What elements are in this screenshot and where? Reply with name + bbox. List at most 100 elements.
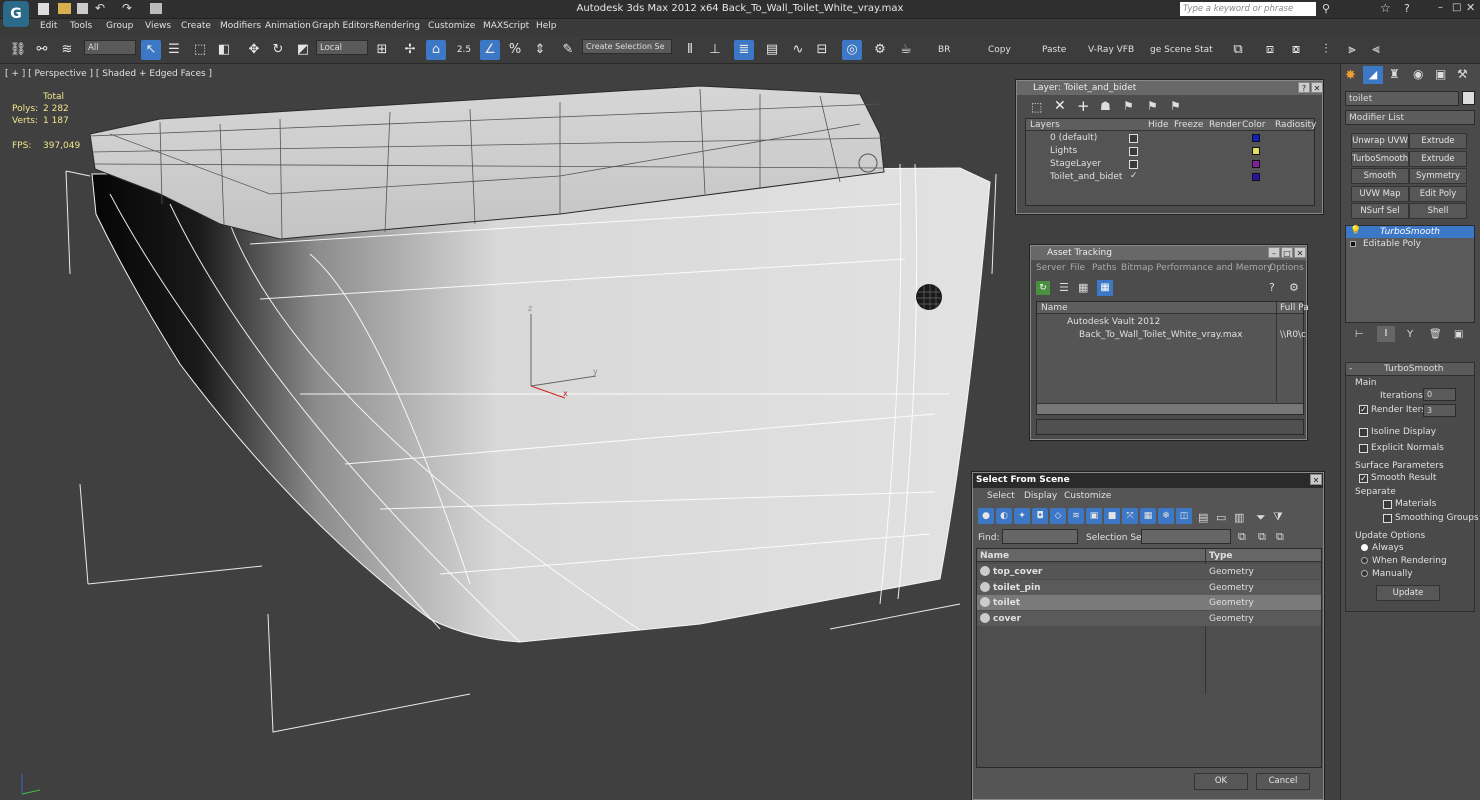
- scene-col-type[interactable]: Type: [1209, 551, 1232, 561]
- set-add-icon[interactable]: ⧉: [1238, 530, 1246, 544]
- scene-menu-customize[interactable]: Customize: [1064, 491, 1111, 501]
- selection-filter-dropdown[interactable]: All: [84, 40, 136, 55]
- utilities-tab-icon[interactable]: ⚒: [1457, 67, 1468, 81]
- col-layers[interactable]: Layers: [1030, 120, 1060, 130]
- vray-vfb-button[interactable]: V-Ray VFB: [1088, 45, 1134, 55]
- select-by-name-icon[interactable]: ☰: [164, 40, 184, 60]
- scene-row-name[interactable]: toilet_pin: [993, 583, 1041, 593]
- menu-modifiers[interactable]: Modifiers: [220, 21, 261, 31]
- display-geometry-icon[interactable]: ●: [978, 508, 994, 524]
- align-icon[interactable]: ⊥: [705, 40, 725, 60]
- edit-named-selection-icon[interactable]: ✎: [558, 40, 578, 60]
- select-invert-icon[interactable]: ▥: [1234, 511, 1244, 524]
- select-none-icon[interactable]: ▭: [1216, 511, 1226, 524]
- modify-tab-icon[interactable]: ◢: [1363, 66, 1383, 84]
- iterations-spinner[interactable]: 0: [1423, 388, 1456, 401]
- col-radiosity[interactable]: Radiosity: [1275, 120, 1316, 130]
- display-groups-icon[interactable]: ▣: [1086, 508, 1102, 524]
- pin-stack-icon[interactable]: ⊢: [1355, 329, 1364, 340]
- manually-radio[interactable]: [1361, 570, 1368, 577]
- modifier-list-dropdown[interactable]: Modifier List: [1345, 110, 1475, 125]
- uvw-map-button[interactable]: UVW Map: [1351, 186, 1409, 202]
- turbosmooth-button[interactable]: TurboSmooth: [1351, 151, 1409, 167]
- asset-tracking-title[interactable]: Asset Tracking: [1031, 246, 1306, 260]
- isoline-display-checkbox[interactable]: [1359, 428, 1368, 437]
- col-render[interactable]: Render: [1209, 120, 1241, 130]
- link-icon[interactable]: ⛓: [8, 40, 28, 60]
- col-hide[interactable]: Hide: [1148, 120, 1169, 130]
- stack-item-turbosmooth[interactable]: TurboSmooth: [1380, 227, 1440, 237]
- menu-create[interactable]: Create: [181, 21, 211, 31]
- mirror-icon[interactable]: ⫴: [680, 40, 700, 60]
- asset-menu-bitmap[interactable]: Bitmap Performance and Memory: [1121, 263, 1272, 273]
- percent-snap-icon[interactable]: %: [505, 40, 525, 60]
- unlink-icon[interactable]: ⚯: [32, 40, 52, 60]
- maximize-button[interactable]: □: [1452, 2, 1461, 13]
- refresh-icon[interactable]: ↻: [1036, 281, 1050, 295]
- window-crossing-icon[interactable]: ◧: [214, 40, 234, 60]
- tool-icon-f[interactable]: ⫷: [1366, 40, 1386, 60]
- asset-col-name[interactable]: Name: [1041, 303, 1068, 313]
- scene-stat-button[interactable]: ge Scene Stat: [1150, 45, 1213, 55]
- angle-snap-icon[interactable]: ∠: [480, 40, 500, 60]
- motion-tab-icon[interactable]: ◉: [1413, 67, 1423, 81]
- layer-row-default[interactable]: 0 (default): [1050, 133, 1097, 143]
- menu-help[interactable]: Help: [536, 21, 557, 31]
- layer-row-lights[interactable]: Lights: [1050, 146, 1077, 156]
- smoothing-groups-checkbox[interactable]: [1383, 514, 1392, 523]
- menu-tools[interactable]: Tools: [70, 21, 92, 31]
- hide-all-icon[interactable]: ⚑: [1147, 99, 1158, 113]
- selection-set-dropdown[interactable]: [1141, 529, 1231, 544]
- scene-row-name[interactable]: top_cover: [993, 567, 1042, 577]
- select-all-icon[interactable]: ▤: [1198, 511, 1208, 524]
- scene-col-name[interactable]: Name: [980, 551, 1009, 561]
- copy-button[interactable]: Copy: [988, 45, 1011, 55]
- spinner-snap-icon[interactable]: ⇕: [530, 40, 550, 60]
- asset-scrollbar[interactable]: [1037, 403, 1303, 414]
- search-field[interactable]: Type a keyword or phrase: [1180, 2, 1316, 16]
- rollout-header[interactable]: - TurboSmooth: [1346, 363, 1474, 376]
- render-production-icon[interactable]: ☕: [896, 40, 916, 60]
- layer-dialog-title[interactable]: Layer: Toilet_and_bidet: [1017, 81, 1322, 95]
- find-input[interactable]: [1002, 529, 1078, 544]
- make-unique-icon[interactable]: Y: [1407, 329, 1413, 340]
- layer-active-checkbox[interactable]: [1129, 134, 1138, 143]
- asset-settings-icon[interactable]: ⚙: [1289, 281, 1299, 294]
- asset-menu-server[interactable]: Server: [1036, 263, 1066, 273]
- menu-maxscript[interactable]: MAXScript: [483, 21, 529, 31]
- show-end-result-icon[interactable]: I: [1377, 326, 1395, 342]
- layer-color-swatch[interactable]: [1252, 147, 1260, 155]
- filter-icon[interactable]: ⏷: [1256, 510, 1266, 525]
- configure-modifier-sets-icon[interactable]: ▣: [1454, 329, 1463, 340]
- minimize-button[interactable]: –: [1438, 2, 1443, 13]
- asset-maximize-button[interactable]: □: [1281, 247, 1293, 258]
- always-radio[interactable]: [1361, 544, 1368, 551]
- layer-row-toilet-and-bidet[interactable]: Toilet_and_bidet: [1050, 172, 1122, 182]
- extrude-button-2[interactable]: Extrude: [1409, 151, 1467, 167]
- tool-icon-e[interactable]: ⫸: [1342, 40, 1362, 60]
- menu-views[interactable]: Views: [145, 21, 171, 31]
- remove-modifier-icon[interactable]: 🗑: [1429, 329, 1442, 340]
- table-view-icon[interactable]: ▦: [1097, 280, 1113, 296]
- rectangular-region-icon[interactable]: ⬚: [190, 40, 210, 60]
- col-color[interactable]: Color: [1242, 120, 1266, 130]
- scene-menu-display[interactable]: Display: [1024, 491, 1057, 501]
- scene-menu-select[interactable]: Select: [987, 491, 1015, 501]
- render-setup-icon[interactable]: ⚙: [870, 40, 890, 60]
- object-color-swatch[interactable]: [1462, 91, 1475, 105]
- sort-filter-icon[interactable]: ⧩: [1273, 510, 1283, 524]
- layer-manager-icon[interactable]: ≣: [734, 40, 754, 60]
- display-spacewarps-icon[interactable]: ≋: [1068, 508, 1084, 524]
- explicit-normals-checkbox[interactable]: [1359, 444, 1368, 453]
- smooth-button[interactable]: Smooth: [1351, 168, 1409, 184]
- create-tab-icon[interactable]: ✸: [1345, 68, 1356, 83]
- bind-spacewarp-icon[interactable]: ≋: [57, 40, 77, 60]
- display-bones-icon[interactable]: ⤧: [1122, 508, 1138, 524]
- tool-icon-b[interactable]: ⧈: [1260, 40, 1280, 60]
- symmetry-button[interactable]: Symmetry: [1409, 168, 1467, 184]
- hierarchy-tab-icon[interactable]: ♜: [1389, 67, 1400, 81]
- graphite-ribbon-icon[interactable]: ▤: [762, 40, 782, 60]
- extrude-button[interactable]: Extrude: [1409, 133, 1467, 149]
- display-tab-icon[interactable]: ▣: [1435, 67, 1446, 81]
- display-containers-icon[interactable]: ▦: [1140, 508, 1156, 524]
